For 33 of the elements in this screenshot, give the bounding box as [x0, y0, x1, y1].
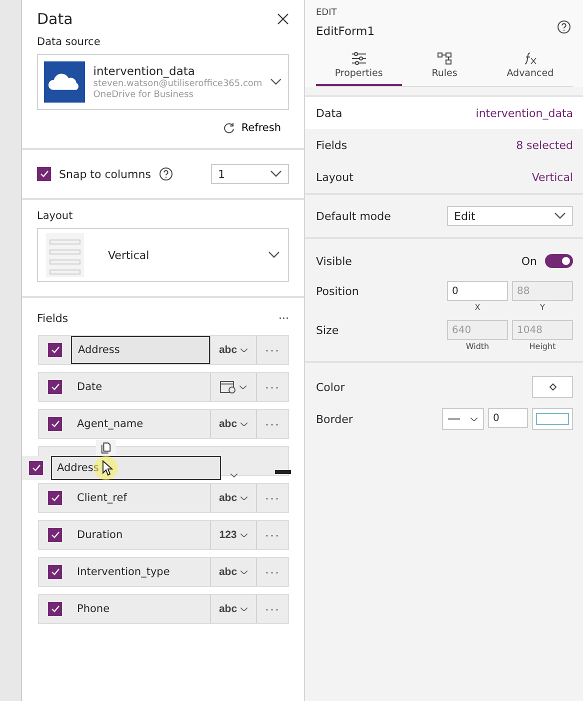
section-label: Layout — [37, 210, 74, 222]
field-name: Agent_name — [76, 417, 144, 432]
field-name: Client_ref — [76, 491, 128, 506]
control-type: EDIT — [316, 8, 338, 18]
section-label: Data source — [37, 36, 102, 48]
property-label: Size — [316, 323, 339, 337]
property-label: Visible — [316, 254, 352, 268]
account-email: steven.watson@utiliseroffice365.com — [93, 79, 262, 89]
snap-label: Snap to columns — [59, 168, 151, 180]
property-label: Layout — [316, 170, 354, 184]
field-caption: Y — [540, 303, 545, 312]
field-name: Intervention_type — [76, 565, 171, 580]
field-name: Date — [76, 380, 104, 395]
property-label: Fields — [316, 138, 348, 152]
property-label: Color — [316, 380, 345, 394]
field-caption: Width — [466, 342, 490, 351]
section-label: Fields — [37, 312, 68, 325]
layout-value: Vertical — [108, 248, 150, 262]
control-name: EditForm1 — [316, 24, 375, 38]
field-name: Address — [51, 456, 221, 480]
field-name: Phone — [76, 602, 111, 617]
field-caption: X — [474, 303, 480, 312]
field-caption: Height — [529, 342, 556, 351]
property-label: Border — [316, 412, 353, 426]
property-label: Position — [316, 284, 359, 298]
property-label: Default mode — [316, 210, 391, 222]
toggle-state: On — [521, 254, 537, 268]
property-label: Data — [316, 106, 342, 120]
source-provider: OneDrive for Business — [93, 90, 194, 100]
field-name: Duration — [76, 528, 124, 543]
panel-title: Data — [37, 10, 73, 28]
source-name: intervention_data — [93, 64, 196, 78]
field-name: Address — [71, 336, 210, 364]
